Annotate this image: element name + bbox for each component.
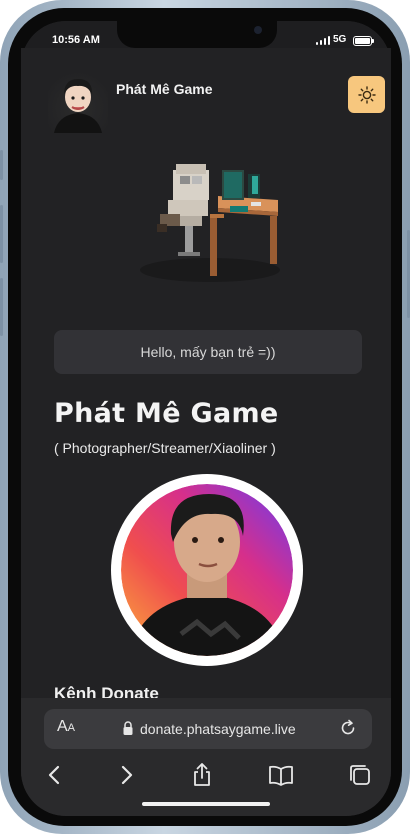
back-icon (48, 765, 60, 785)
forward-icon (121, 765, 133, 785)
phone-side-button (0, 278, 3, 336)
reader-text-size-button[interactable]: AA (57, 718, 75, 736)
greeting-banner: Hello, mấy bạn trẻ =)) (54, 330, 362, 374)
theme-toggle-button[interactable] (348, 76, 385, 113)
aa-small: A (67, 722, 76, 734)
share-icon (194, 763, 210, 786)
battery-icon (353, 36, 372, 46)
url-text[interactable]: donate.phatsaygame.live (140, 721, 296, 737)
reload-icon[interactable] (339, 719, 357, 737)
front-camera (254, 26, 262, 34)
voxel-desk-illustration (140, 164, 280, 282)
profile-photo[interactable] (121, 484, 293, 656)
bookmarks-button[interactable] (268, 762, 294, 788)
tabs-button[interactable] (347, 762, 373, 788)
phone-side-button (407, 230, 410, 318)
signal-icon (316, 36, 330, 45)
forward-button[interactable] (113, 762, 139, 788)
share-button[interactable] (189, 762, 215, 788)
sun-icon (357, 85, 376, 104)
header-avatar[interactable] (48, 67, 108, 137)
profile-subtitle: ( Photographer/Streamer/Xiaoliner ) (54, 440, 276, 456)
phone-side-button (0, 150, 3, 180)
lock-icon (123, 721, 133, 735)
bookmarks-icon (269, 765, 293, 786)
phone-side-button (0, 205, 3, 263)
battery-tip (372, 39, 374, 43)
camera-notch (117, 21, 277, 48)
network-label: 5G (333, 34, 347, 45)
home-indicator[interactable] (142, 802, 270, 806)
tabs-icon (350, 765, 370, 785)
aa-large: A (57, 718, 68, 735)
status-time: 10:56 AM (52, 34, 100, 46)
profile-name: Phát Mê Game (54, 398, 279, 429)
site-name[interactable]: Phát Mê Game (116, 81, 212, 97)
back-button[interactable] (42, 762, 68, 788)
